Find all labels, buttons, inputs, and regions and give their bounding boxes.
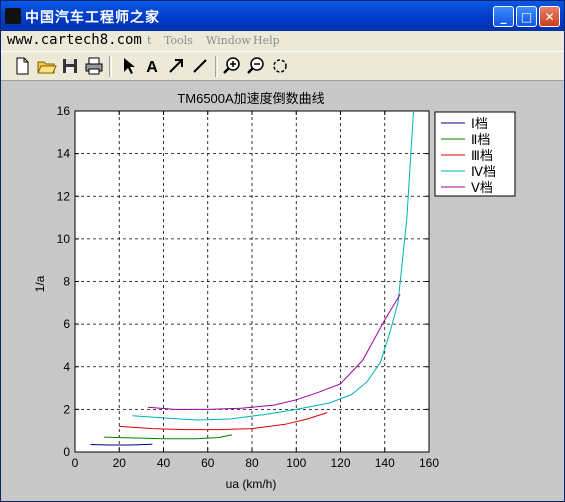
y-tick-label: 16	[57, 104, 71, 118]
legend-label-5: Ⅴ档	[471, 180, 493, 195]
y-axis-label: 1/a	[33, 275, 47, 292]
x-tick-label: 80	[245, 456, 259, 470]
print-icon[interactable]	[83, 55, 105, 77]
minimize-button[interactable]: _	[493, 6, 514, 27]
menu-item-window[interactable]: Window	[206, 34, 251, 47]
line-icon[interactable]	[189, 55, 211, 77]
chart: TM6500A加速度倒数曲线 0 20 40 60 80 100 120 140 160 0 2 4 6…	[33, 91, 516, 491]
legend-label-2: Ⅱ档	[471, 132, 490, 147]
toolbar-separator	[215, 56, 218, 77]
y-tick-label: 0	[63, 445, 70, 459]
legend: Ⅰ档Ⅱ档Ⅲ档Ⅳ档Ⅴ档	[434, 111, 516, 197]
toolbar: A	[1, 51, 564, 81]
y-tick-label: 6	[63, 317, 70, 331]
menu-bar: www.cartech8.com t Tools Window Help	[1, 31, 564, 51]
legend-label-4: Ⅳ档	[471, 164, 496, 179]
x-tick-label: 160	[419, 456, 439, 470]
x-tick-label: 60	[201, 456, 215, 470]
x-tick-label: 20	[113, 456, 127, 470]
title-bar[interactable]: 中国汽车工程师之家 _ □ ✕	[1, 1, 564, 31]
y-tick-label: 14	[57, 147, 71, 161]
watermark-text: www.cartech8.com	[7, 32, 142, 48]
chart-title: TM6500A加速度倒数曲线	[177, 91, 324, 106]
text-icon[interactable]: A	[141, 55, 163, 77]
legend-label-1: Ⅰ档	[471, 116, 488, 131]
y-tick-label: 10	[57, 232, 71, 246]
app-window: 中国汽车工程师之家 _ □ ✕ www.cartech8.com t Tools…	[0, 0, 565, 502]
close-button[interactable]: ✕	[539, 6, 560, 27]
menu-item-tools[interactable]: Tools	[164, 34, 193, 47]
y-tick-label: 12	[57, 189, 71, 203]
open-folder-icon[interactable]	[35, 55, 57, 77]
zoom-in-icon[interactable]	[221, 55, 243, 77]
text-tool-glyph: A	[146, 59, 158, 76]
zoom-out-icon[interactable]	[245, 55, 267, 77]
new-file-icon[interactable]	[11, 55, 33, 77]
menu-item-help[interactable]: Help	[253, 34, 280, 47]
x-tick-label: 140	[375, 456, 395, 470]
x-tick-label: 0	[72, 456, 79, 470]
arrow-icon[interactable]	[165, 55, 187, 77]
y-tick-label: 8	[63, 275, 70, 289]
x-tick-label: 40	[157, 456, 171, 470]
y-tick-label: 2	[63, 402, 70, 416]
window-title: 中国汽车工程师之家	[25, 10, 160, 26]
pointer-icon[interactable]	[117, 55, 139, 77]
x-tick-label: 100	[286, 456, 306, 470]
x-tick-label: 120	[330, 456, 350, 470]
legend-label-3: Ⅲ档	[471, 148, 493, 163]
save-icon[interactable]	[59, 55, 81, 77]
app-logo-icon	[5, 8, 21, 24]
rotate-icon[interactable]	[269, 55, 291, 77]
maximize-button[interactable]: □	[516, 6, 537, 27]
menu-item-insert[interactable]: t	[147, 34, 151, 47]
toolbar-separator	[109, 56, 112, 77]
figure-area: TM6500A加速度倒数曲线 0 20 40 60 80 100 120 140 160 0 2 4 6…	[1, 81, 564, 501]
y-tick-label: 4	[63, 360, 70, 374]
x-axis-label: ua (km/h)	[226, 477, 277, 491]
